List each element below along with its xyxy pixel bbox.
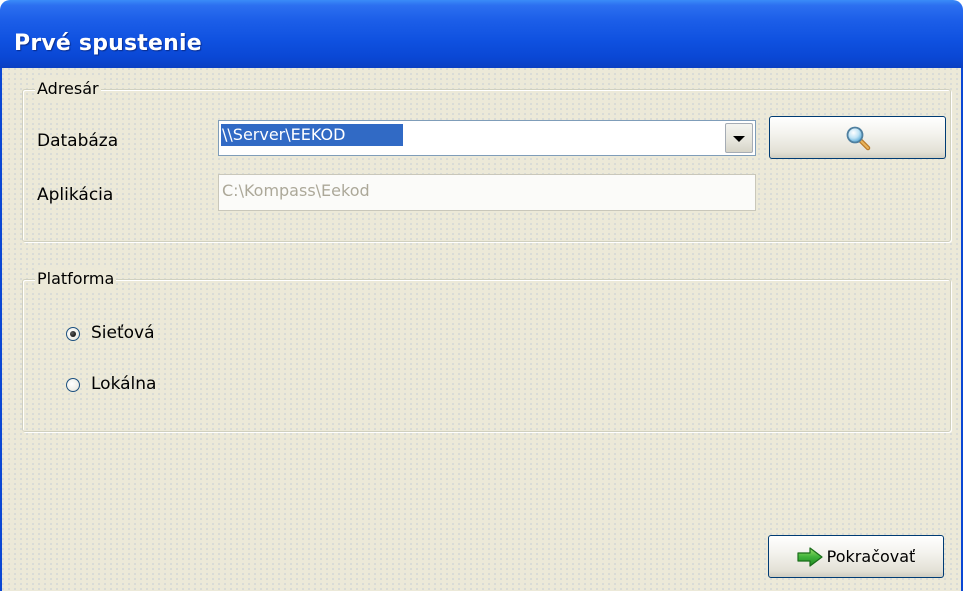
- database-label: Databáza: [37, 131, 119, 151]
- database-combobox[interactable]: \\Server\EEKOD: [218, 120, 756, 156]
- dialog-client-area: Adresár Databáza \\Server\EEKOD Aplikáci…: [0, 68, 963, 591]
- database-selected-value: \\Server\EEKOD: [221, 124, 403, 146]
- application-label: Aplikácia: [37, 185, 114, 205]
- green-arrow-right-icon: [797, 546, 823, 567]
- radio-local[interactable]: [66, 378, 80, 392]
- radio-selected-dot: [70, 331, 76, 337]
- chevron-down-icon: [733, 136, 745, 142]
- continue-button[interactable]: Pokračovať: [768, 535, 944, 578]
- radio-network[interactable]: [66, 327, 80, 341]
- title-bar[interactable]: Prvé spustenie: [0, 0, 963, 68]
- directory-group-label: Adresár: [35, 78, 101, 100]
- platform-group: Platforma Sieťová Lokálna: [22, 268, 951, 432]
- magnifier-icon: [846, 126, 870, 150]
- platform-group-label: Platforma: [35, 268, 117, 290]
- continue-button-label: Pokračovať: [826, 547, 916, 566]
- browse-database-button[interactable]: [769, 116, 946, 159]
- window-title: Prvé spustenie: [14, 31, 202, 56]
- application-path-field: C:\Kompass\Eekod: [218, 174, 756, 211]
- database-dropdown-button[interactable]: [725, 123, 753, 153]
- directory-group: Adresár Databáza \\Server\EEKOD Aplikáci…: [22, 78, 951, 242]
- dialog-window: Prvé spustenie Adresár Databáza \\Server…: [0, 0, 963, 591]
- application-path-value: C:\Kompass\Eekod: [222, 181, 370, 200]
- radio-network-label[interactable]: Sieťová: [91, 323, 155, 343]
- radio-local-label[interactable]: Lokálna: [91, 374, 156, 394]
